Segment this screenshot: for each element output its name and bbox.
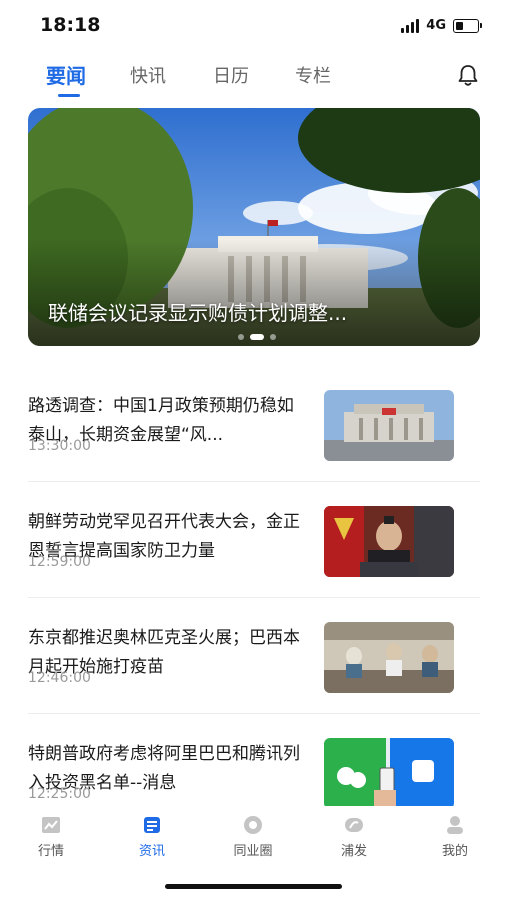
bottom-nav: 行情 资讯 同业圈 浦发 我的 xyxy=(0,806,507,866)
nav-news[interactable]: 资讯 xyxy=(112,814,192,859)
news-time: 12:59:00 xyxy=(28,554,91,570)
status-indicators: 4G xyxy=(401,18,482,33)
circle-icon xyxy=(244,816,262,834)
nav-label: 同业圈 xyxy=(233,844,273,859)
tab-headlines[interactable]: 要闻 xyxy=(46,60,86,89)
nav-profile[interactable]: 我的 xyxy=(415,814,495,859)
nav-peer-circle[interactable]: 同业圈 xyxy=(213,814,293,859)
vaccination-image xyxy=(324,622,454,693)
tab-flash[interactable]: 快讯 xyxy=(130,62,166,88)
tab-calendar[interactable]: 日历 xyxy=(213,62,249,88)
nav-label: 行情 xyxy=(37,844,64,859)
chart-icon xyxy=(42,817,60,833)
news-time: 12:46:00 xyxy=(28,670,91,686)
speaker-podium-image xyxy=(324,506,454,577)
hero-title: 联储会议记录显示购债计划调整... xyxy=(48,301,348,325)
signal-icon xyxy=(401,18,420,33)
nav-spdb[interactable]: 浦发 xyxy=(314,814,394,859)
spdb-logo-icon xyxy=(345,818,363,832)
payment-sign-image xyxy=(324,738,454,809)
bank-building-image xyxy=(324,390,454,461)
nav-label: 资讯 xyxy=(138,844,165,859)
hero-banner[interactable]: 联储会议记录显示购债计划调整... xyxy=(28,108,480,346)
nav-label: 我的 xyxy=(441,844,468,859)
divider xyxy=(28,481,480,482)
status-bar: 18:18 4G xyxy=(0,0,507,50)
nav-market[interactable]: 行情 xyxy=(11,814,91,859)
list-item[interactable]: 朝鲜劳动党罕见召开代表大会，金正恩誓言提高国家防卫力量 12:59:00 xyxy=(28,488,480,598)
status-time: 18:18 xyxy=(40,14,101,36)
divider xyxy=(28,713,480,714)
user-icon xyxy=(447,816,463,834)
news-icon xyxy=(144,817,160,833)
list-item[interactable]: 路透调查：中国1月政策预期仍稳如泰山，长期资金展望“风... 13:30:00 xyxy=(28,372,480,482)
battery-icon xyxy=(453,18,482,33)
carousel-indicator xyxy=(238,334,276,340)
news-time: 13:30:00 xyxy=(28,438,91,454)
news-time: 12:25:00 xyxy=(28,786,91,802)
divider xyxy=(28,597,480,598)
tab-columns[interactable]: 专栏 xyxy=(295,62,331,88)
network-type: 4G xyxy=(426,18,446,33)
list-item[interactable]: 东京都推迟奥林匹克圣火展；巴西本月起开始施打疫苗 12:46:00 xyxy=(28,604,480,714)
carousel-dot xyxy=(238,334,244,340)
bell-icon[interactable] xyxy=(455,62,481,88)
top-tabs: 要闻 快讯 日历 专栏 xyxy=(0,56,507,100)
carousel-dot-active xyxy=(250,334,264,340)
home-indicator[interactable] xyxy=(165,884,342,889)
nav-label: 浦发 xyxy=(340,844,367,859)
battery-level xyxy=(456,21,463,30)
carousel-dot xyxy=(270,334,276,340)
tab-active-indicator xyxy=(58,94,80,97)
